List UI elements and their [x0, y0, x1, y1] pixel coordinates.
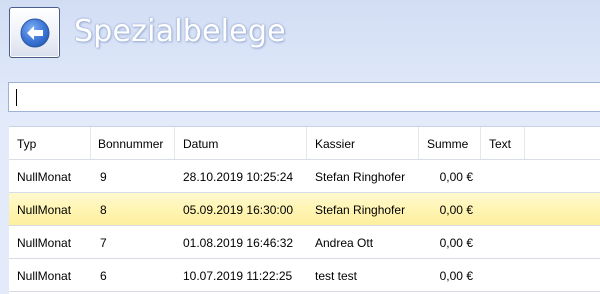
search-input[interactable] — [9, 83, 600, 111]
table-row[interactable]: NullMonat 9 28.10.2019 10:25:24 Stefan R… — [9, 160, 600, 193]
cell-datum: 01.08.2019 16:46:32 — [183, 236, 294, 250]
column-header-typ[interactable]: Typ — [9, 127, 91, 159]
table-row[interactable]: NullMonat 7 01.08.2019 16:46:32 Andrea O… — [9, 226, 600, 259]
cell-bonnummer: 6 — [100, 269, 107, 283]
cell-summe: 0,00 € — [439, 269, 473, 283]
header: Spezialbelege — [0, 0, 600, 80]
table-header: Typ Bonnummer Datum Kassier Summe Text — [9, 127, 600, 160]
text-caret — [16, 89, 17, 106]
table-row-selected[interactable]: NullMonat 8 05.09.2019 16:30:00 Stefan R… — [9, 193, 600, 226]
cell-summe: 0,00 € — [439, 203, 473, 217]
column-header-datum[interactable]: Datum — [175, 127, 307, 159]
cell-datum: 10.07.2019 11:22:25 — [183, 269, 293, 283]
cell-bonnummer: 8 — [100, 203, 107, 217]
cell-kassier: Stefan Ringhofer — [315, 203, 406, 217]
cell-summe: 0,00 € — [439, 170, 473, 184]
cell-text — [481, 226, 525, 258]
column-header-kassier[interactable]: Kassier — [307, 127, 419, 159]
back-button[interactable] — [9, 7, 60, 58]
cell-summe: 0,00 € — [439, 236, 473, 250]
cell-kassier: test test — [315, 269, 358, 283]
table-row[interactable]: NullMonat 6 10.07.2019 11:22:25 test tes… — [9, 259, 600, 292]
column-header-summe[interactable]: Summe — [419, 127, 481, 159]
search-box[interactable] — [8, 82, 600, 112]
cell-text — [481, 160, 525, 192]
page-title: Spezialbelege — [74, 14, 286, 49]
cell-datum: 05.09.2019 16:30:00 — [183, 203, 294, 217]
cell-bonnummer: 7 — [100, 236, 107, 250]
cell-datum: 28.10.2019 10:25:24 — [183, 170, 294, 184]
column-header-text[interactable]: Text — [481, 127, 525, 159]
cell-kassier: Stefan Ringhofer — [315, 170, 406, 184]
cell-typ: NullMonat — [17, 269, 72, 283]
cell-typ: NullMonat — [17, 203, 72, 217]
cell-typ: NullMonat — [17, 170, 72, 184]
arrow-left-circle-icon — [20, 18, 49, 47]
column-header-bonnummer[interactable]: Bonnummer — [91, 127, 175, 159]
cell-text — [481, 259, 525, 291]
cell-bonnummer: 9 — [100, 170, 107, 184]
column-header-filler — [525, 127, 600, 159]
cell-typ: NullMonat — [17, 236, 72, 250]
cell-text — [481, 193, 525, 225]
receipts-table: Typ Bonnummer Datum Kassier Summe Text N… — [9, 126, 600, 294]
cell-kassier: Andrea Ott — [315, 236, 374, 250]
app-window: Spezialbelege Typ Bonnummer Datum Kassie… — [0, 0, 600, 294]
